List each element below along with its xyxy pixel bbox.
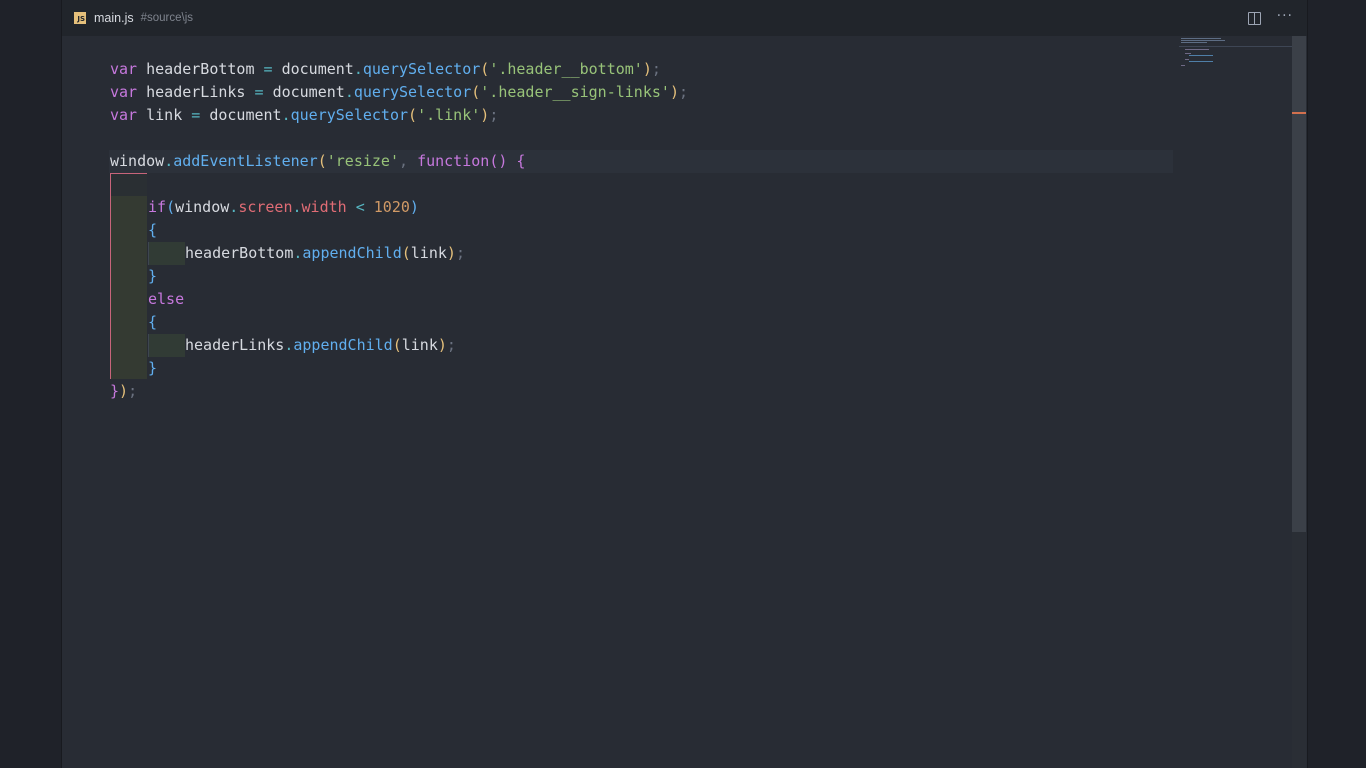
- code-line-11: else: [148, 290, 185, 308]
- code-line-9: headerBottom.appendChild(link);: [185, 244, 465, 262]
- indent-guide-inner: [148, 242, 185, 265]
- tab-bar: JS main.js #source\js ···: [62, 0, 1307, 36]
- scrollbar-cursor-marker: [1292, 112, 1306, 114]
- code-line-14: }: [148, 359, 158, 377]
- code-line-8: {: [148, 221, 158, 239]
- code-line-13: headerLinks.appendChild(link);: [185, 336, 456, 354]
- vertical-scrollbar[interactable]: [1292, 36, 1306, 768]
- editor-frame: JS main.js #source\js ··· var headerBott…: [61, 0, 1308, 768]
- code-line-3: var link = document.querySelector('.link…: [110, 106, 499, 124]
- tab-filename: main.js: [94, 11, 134, 25]
- code-line-7: if(window.screen.width < 1020): [148, 198, 419, 216]
- editor-actions: ···: [1247, 0, 1293, 36]
- split-editor-icon[interactable]: [1247, 11, 1261, 25]
- indent-guide-inner: [148, 334, 185, 357]
- code-line-2: var headerLinks = document.querySelector…: [110, 83, 688, 101]
- code-area[interactable]: var headerBottom = document.querySelecto…: [62, 36, 1292, 768]
- code-line-12: {: [148, 313, 158, 331]
- code-line-15: });: [110, 382, 138, 400]
- tab-main-js[interactable]: JS main.js #source\js: [74, 0, 193, 36]
- javascript-file-icon: JS: [74, 12, 86, 24]
- code-line-10: }: [148, 267, 158, 285]
- code-line-5: window.addEventListener('resize', functi…: [110, 152, 526, 170]
- minimap[interactable]: [1179, 36, 1292, 76]
- more-actions-icon[interactable]: ···: [1277, 9, 1293, 23]
- scrollbar-thumb[interactable]: [1292, 36, 1306, 532]
- tab-path: #source\js: [140, 12, 194, 24]
- code-line-1: var headerBottom = document.querySelecto…: [110, 60, 661, 78]
- indent-guide-band: [111, 196, 147, 379]
